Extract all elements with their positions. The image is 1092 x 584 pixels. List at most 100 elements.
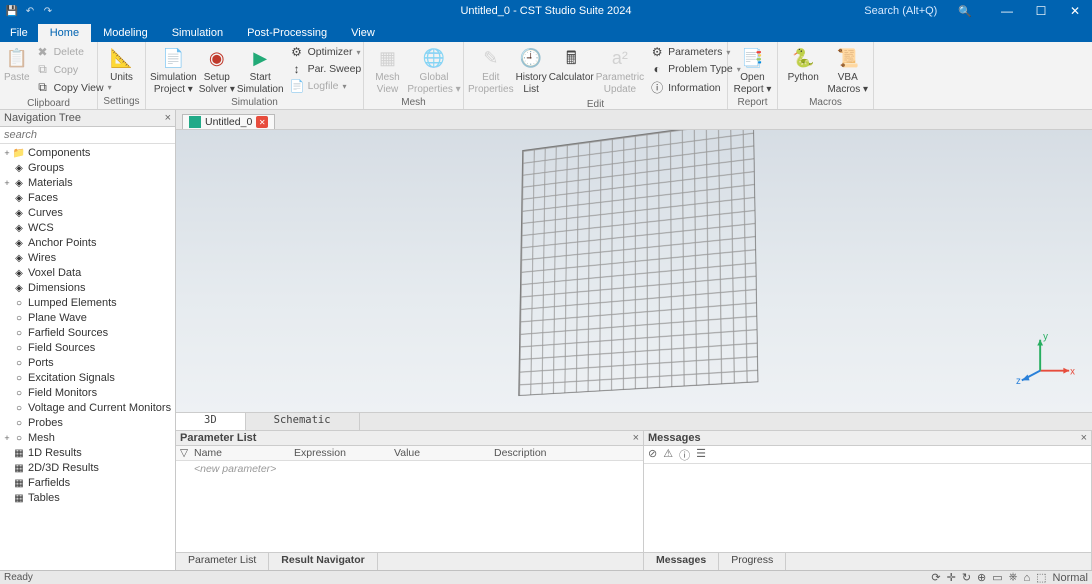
search-box[interactable]: 🔍 (864, 5, 972, 18)
par-sweep-button[interactable]: ↕Par. Sweep (286, 61, 366, 77)
tree-expander-icon[interactable] (2, 296, 12, 311)
tree-expander-icon[interactable]: + (2, 176, 12, 191)
3d-viewport[interactable]: x y z (176, 130, 1092, 412)
history-list-button[interactable]: 🕘History List (516, 44, 547, 95)
status-icon-2[interactable]: ✛ (947, 571, 956, 584)
tab-result-navigator[interactable]: Result Navigator (269, 553, 377, 570)
tab-progress[interactable]: Progress (719, 553, 786, 570)
status-icon-3[interactable]: ↻ (962, 571, 971, 584)
tree-item[interactable]: +◈Materials (0, 176, 175, 191)
new-parameter-row[interactable]: <new parameter> (176, 461, 643, 552)
logfile-button[interactable]: 📄Logfile (286, 78, 366, 94)
tree-item[interactable]: ○Ports (0, 356, 175, 371)
open-report-button[interactable]: 📑Open Report ▾ (732, 44, 773, 95)
tab-home[interactable]: Home (38, 24, 91, 42)
status-icon-4[interactable]: ⊕ (977, 571, 986, 584)
tree-item[interactable]: ○Field Sources (0, 341, 175, 356)
tree-item[interactable]: ▦Farfields (0, 476, 175, 491)
nav-tree-search[interactable] (0, 127, 175, 143)
mesh-view-button[interactable]: ▦Mesh View (368, 44, 407, 95)
tree-item[interactable]: ◈Anchor Points (0, 236, 175, 251)
tree-item[interactable]: ◈Wires (0, 251, 175, 266)
tree-expander-icon[interactable]: + (2, 431, 12, 446)
tree-expander-icon[interactable] (2, 206, 12, 221)
parametric-update-button[interactable]: a²Parametric Update (596, 44, 644, 95)
tree-item[interactable]: +📁Components (0, 146, 175, 161)
maximize-button[interactable]: ☐ (1024, 0, 1058, 22)
status-icon-6[interactable]: ⎈ (1009, 571, 1018, 584)
status-icon-5[interactable]: ▭ (992, 571, 1002, 584)
paste-button[interactable]: 📋 Paste (4, 44, 30, 84)
view-tab-3d[interactable]: 3D (176, 413, 246, 430)
tree-item[interactable]: ▦2D/3D Results (0, 461, 175, 476)
tab-file[interactable]: File (0, 24, 38, 42)
status-normal[interactable]: Normal (1053, 572, 1088, 584)
status-icon-7[interactable]: ⌂ (1023, 572, 1030, 584)
tree-expander-icon[interactable] (2, 401, 12, 416)
msg-clear-icon[interactable]: ⊘ (648, 447, 657, 462)
tree-item[interactable]: ○Excitation Signals (0, 371, 175, 386)
tree-expander-icon[interactable] (2, 191, 12, 206)
units-button[interactable]: 📐Units (102, 44, 141, 84)
tab-simulation[interactable]: Simulation (160, 24, 235, 42)
doc-tab-untitled[interactable]: Untitled_0 ✕ (182, 114, 275, 129)
calculator-button[interactable]: 🖩Calculator (549, 44, 594, 84)
close-button[interactable]: ✕ (1058, 0, 1092, 22)
tab-modeling[interactable]: Modeling (91, 24, 160, 42)
tree-item[interactable]: ○Field Monitors (0, 386, 175, 401)
search-input[interactable] (864, 5, 954, 17)
tree-item[interactable]: ◈Dimensions (0, 281, 175, 296)
msg-list-icon[interactable]: ☰ (696, 447, 706, 462)
tree-item[interactable]: +○Mesh (0, 431, 175, 446)
tree-expander-icon[interactable] (2, 281, 12, 296)
tree-item[interactable]: ◈Groups (0, 161, 175, 176)
tree-expander-icon[interactable] (2, 266, 12, 281)
vba-macros-button[interactable]: 📜VBA Macros ▾ (827, 44, 870, 95)
messages-close-icon[interactable]: × (1081, 432, 1087, 444)
parameter-list-close-icon[interactable]: × (633, 432, 639, 444)
tree-expander-icon[interactable]: + (2, 146, 12, 161)
tree-item[interactable]: ◈Faces (0, 191, 175, 206)
col-value[interactable]: Value (390, 446, 490, 460)
msg-warning-icon[interactable]: ⚠ (663, 447, 673, 462)
tree-expander-icon[interactable] (2, 371, 12, 386)
simulation-project-button[interactable]: 📄Simulation Project ▾ (150, 44, 197, 95)
tree-expander-icon[interactable] (2, 311, 12, 326)
col-name[interactable]: Name (190, 446, 290, 460)
msg-info-icon[interactable]: ⓘ (679, 447, 690, 462)
tree-item[interactable]: ▦Tables (0, 491, 175, 506)
tab-view[interactable]: View (339, 24, 387, 42)
tree-item[interactable]: ○Probes (0, 416, 175, 431)
tree-expander-icon[interactable] (2, 356, 12, 371)
edit-properties-button[interactable]: ✎Edit Properties (468, 44, 514, 95)
tree-item[interactable]: ◈Voxel Data (0, 266, 175, 281)
tree-expander-icon[interactable] (2, 161, 12, 176)
col-expression[interactable]: Expression (290, 446, 390, 460)
tree-item[interactable]: ○Lumped Elements (0, 296, 175, 311)
view-tab-schematic[interactable]: Schematic (246, 413, 360, 430)
tree-item[interactable]: ◈WCS (0, 221, 175, 236)
python-button[interactable]: 🐍Python (782, 44, 825, 84)
start-simulation-button[interactable]: ▶Start Simulation (237, 44, 284, 95)
tree-item[interactable]: ○Voltage and Current Monitors (0, 401, 175, 416)
tree-expander-icon[interactable] (2, 251, 12, 266)
tree-expander-icon[interactable] (2, 326, 12, 341)
nav-tree-close-icon[interactable]: × (165, 112, 171, 124)
tab-postprocessing[interactable]: Post-Processing (235, 24, 339, 42)
filter-icon[interactable]: ▽ (176, 446, 190, 460)
status-icon-8[interactable]: ⬚ (1036, 571, 1046, 584)
tree-expander-icon[interactable] (2, 446, 12, 461)
tree-expander-icon[interactable] (2, 341, 12, 356)
tab-parameter-list[interactable]: Parameter List (176, 553, 269, 570)
col-description[interactable]: Description (490, 446, 643, 460)
tree-expander-icon[interactable] (2, 416, 12, 431)
tree-expander-icon[interactable] (2, 221, 12, 236)
setup-solver-button[interactable]: ◉Setup Solver ▾ (199, 44, 235, 95)
minimize-button[interactable]: — (990, 0, 1024, 22)
tree-expander-icon[interactable] (2, 236, 12, 251)
status-icon-1[interactable]: ⟳ (931, 571, 940, 584)
qat-redo-icon[interactable]: ↷ (42, 5, 54, 17)
doc-tab-close-icon[interactable]: ✕ (256, 116, 268, 128)
tree-expander-icon[interactable] (2, 461, 12, 476)
optimizer-button[interactable]: ⚙Optimizer (286, 44, 366, 60)
